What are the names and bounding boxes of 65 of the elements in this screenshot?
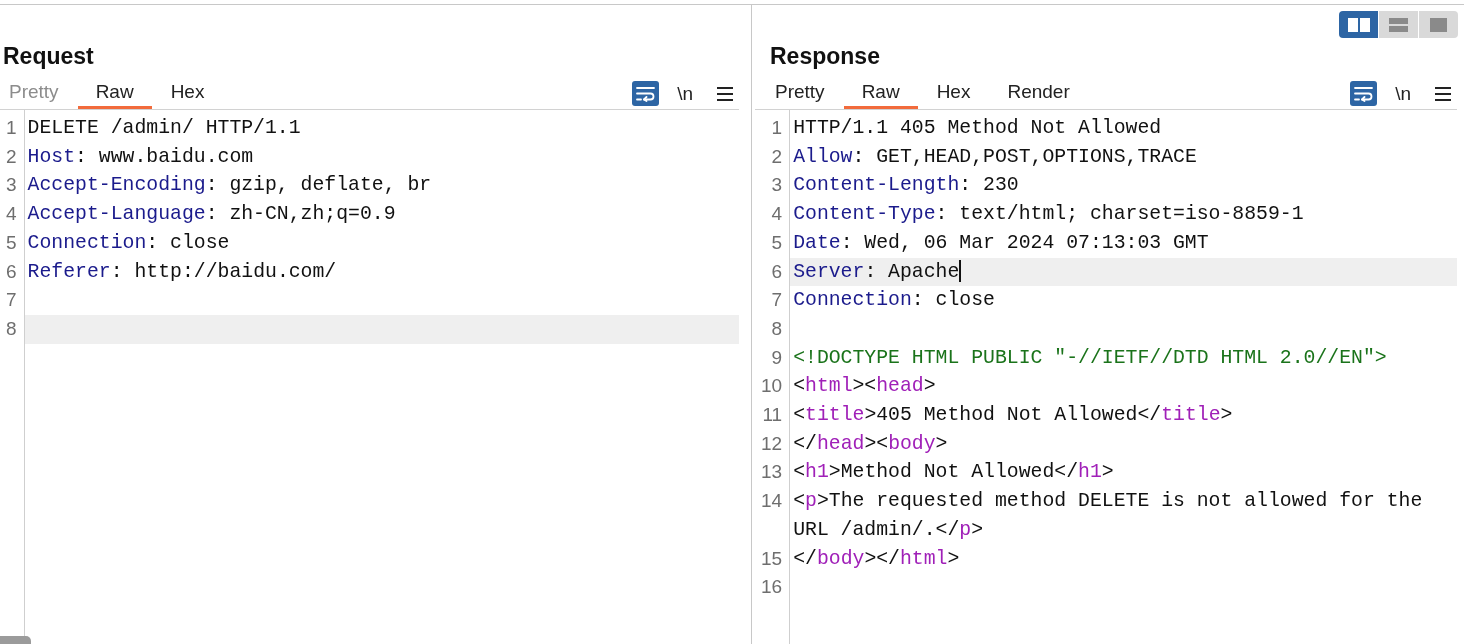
square-icon <box>1430 17 1447 32</box>
wrap-lines-button[interactable] <box>632 81 660 106</box>
line-number: 1 <box>6 117 17 138</box>
line-number: 2 <box>6 145 17 167</box>
two-columns-icon <box>1347 17 1370 32</box>
code-line: <h1>Method Not Allowed</h1> <box>793 461 1114 484</box>
code-line: Referer: http://baidu.com/ <box>27 260 337 283</box>
tab[interactable]: Render <box>989 78 1088 109</box>
line-number: 5 <box>771 231 783 253</box>
line-number: 11 <box>762 404 783 426</box>
newline-button[interactable]: \n <box>1389 81 1417 106</box>
panel-title: Response <box>770 43 881 69</box>
menu-icon <box>1435 86 1451 101</box>
code-line: <!DOCTYPE HTML PUBLIC "-//IETF//DTD HTML 2.0//EN"> <box>793 346 1387 369</box>
menu-icon <box>717 86 733 101</box>
code-line: <p>The requested method DELETE is not allowed for the URL /admin/.</p> <box>793 490 1424 541</box>
tab[interactable]: Raw <box>77 78 152 109</box>
newline-button[interactable]: \n <box>671 81 699 106</box>
panel-title: Request <box>3 43 95 69</box>
line-number: 12 <box>761 432 783 454</box>
tab[interactable]: Hex <box>152 78 223 109</box>
tab[interactable]: Raw <box>843 78 918 109</box>
line-number: 1 <box>771 117 783 138</box>
line-number: 3 <box>6 174 17 196</box>
code-line: Connection: close <box>27 231 230 254</box>
code-line: DELETE /admin/ HTTP/1.1 <box>27 117 301 139</box>
line-number: 9 <box>771 346 783 368</box>
line-number: 8 <box>6 317 17 339</box>
code-line: <html><head> <box>793 375 936 398</box>
two-rows-icon <box>1389 17 1408 32</box>
tab[interactable]: Pretty <box>757 78 843 109</box>
code-line: Allow: GET,HEAD,POST,OPTIONS,TRACE <box>793 145 1197 168</box>
line-number: 13 <box>761 461 783 483</box>
code-line: Date: Wed, 06 Mar 2024 07:13:03 GMT <box>793 231 1209 254</box>
code-line: Host: www.baidu.com <box>27 145 254 168</box>
tab[interactable]: Hex <box>918 78 989 109</box>
code-line: Server: Apache <box>793 260 960 283</box>
line-number: 4 <box>6 203 17 225</box>
line-number: 3 <box>771 174 783 196</box>
line-number: 6 <box>6 260 17 282</box>
layout-button[interactable] <box>1339 11 1378 38</box>
line-number: 10 <box>761 375 783 397</box>
code-line: HTTP/1.1 405 Method Not Allowed <box>793 117 1162 139</box>
wrap-lines-icon <box>1354 85 1374 102</box>
line-number: 4 <box>771 203 783 225</box>
code-line: Accept-Encoding: gzip, deflate, br <box>27 174 432 197</box>
code-line: </head><body> <box>793 432 948 455</box>
wrap-lines-icon <box>636 85 656 102</box>
code-line: Content-Length: 230 <box>793 174 1019 197</box>
line-number: 7 <box>771 289 783 311</box>
line-number: 16 <box>761 576 783 598</box>
line-number: 6 <box>771 260 783 282</box>
line-number: 15 <box>761 547 783 569</box>
code-line: <title>405 Method Not Allowed</title> <box>793 404 1233 427</box>
line-number: 7 <box>6 289 17 311</box>
code-line: Content-Type: text/html; charset=iso-8859-1 <box>793 203 1304 226</box>
scrollbar-thumb[interactable] <box>0 636 31 644</box>
line-number: 2 <box>771 145 783 167</box>
code-line: Connection: close <box>793 289 995 312</box>
line-number: 8 <box>771 317 783 339</box>
code-line: </body></html> <box>793 547 960 570</box>
code-line: Accept-Language: zh-CN,zh;q=0.9 <box>27 203 396 226</box>
line-number: 5 <box>6 231 17 253</box>
wrap-lines-button[interactable] <box>1350 81 1378 106</box>
line-number: 14 <box>761 490 783 512</box>
